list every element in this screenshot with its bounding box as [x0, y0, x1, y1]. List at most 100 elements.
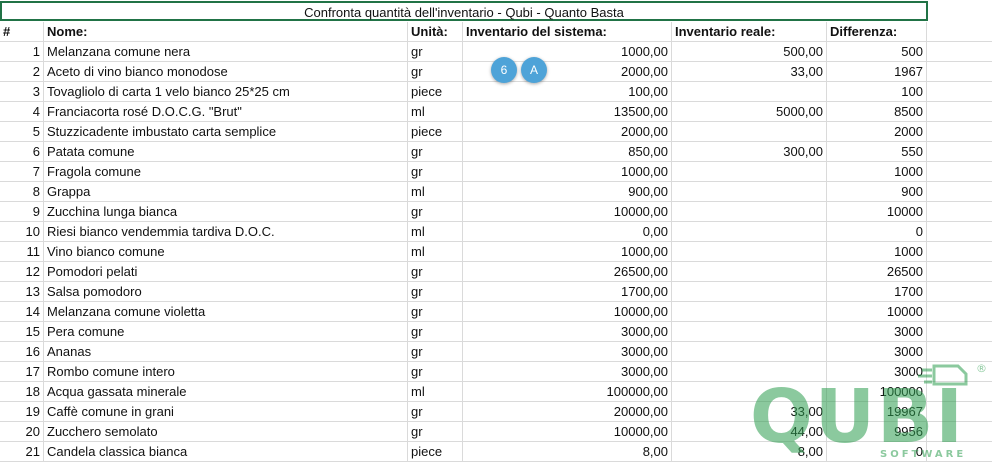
cell-row-number[interactable]: 9: [0, 202, 44, 222]
empty-cell[interactable]: [927, 62, 992, 82]
cell-row-number[interactable]: 16: [0, 342, 44, 362]
cell-row-number[interactable]: 2: [0, 62, 44, 82]
cell-real-inventory[interactable]: [672, 322, 827, 342]
cell-row-number[interactable]: 1: [0, 42, 44, 62]
cell-difference[interactable]: 2000: [827, 122, 927, 142]
empty-cell[interactable]: [927, 162, 992, 182]
cell-real-inventory[interactable]: [672, 222, 827, 242]
cell-row-number[interactable]: 15: [0, 322, 44, 342]
cell-unit[interactable]: ml: [408, 382, 463, 402]
cell-real-inventory[interactable]: [672, 282, 827, 302]
cell-difference[interactable]: 9956: [827, 422, 927, 442]
spreadsheet[interactable]: Confronta quantità dell'inventario - Qub…: [0, 0, 992, 464]
cell-difference[interactable]: 10000: [827, 302, 927, 322]
cell-system-inventory[interactable]: 3000,00: [463, 362, 672, 382]
sheet-title[interactable]: Confronta quantità dell'inventario - Qub…: [0, 1, 928, 21]
cell-row-number[interactable]: 21: [0, 442, 44, 462]
cell-real-inventory[interactable]: [672, 122, 827, 142]
cell-real-inventory[interactable]: [672, 82, 827, 102]
cell-unit[interactable]: ml: [408, 242, 463, 262]
cell-difference[interactable]: 3000: [827, 322, 927, 342]
col-header-system-inventory[interactable]: Inventario del sistema:: [463, 22, 672, 42]
cell-real-inventory[interactable]: [672, 382, 827, 402]
cell-real-inventory[interactable]: 33,00: [672, 402, 827, 422]
cell-real-inventory[interactable]: [672, 182, 827, 202]
cell-unit[interactable]: gr: [408, 262, 463, 282]
empty-cell[interactable]: [927, 402, 992, 422]
cell-unit[interactable]: gr: [408, 142, 463, 162]
cell-item-name[interactable]: Melanzana comune nera: [44, 42, 408, 62]
empty-cell[interactable]: [927, 442, 992, 462]
cell-real-inventory[interactable]: 5000,00: [672, 102, 827, 122]
cell-difference[interactable]: 100000: [827, 382, 927, 402]
cell-row-number[interactable]: 12: [0, 262, 44, 282]
cell-system-inventory[interactable]: 900,00: [463, 182, 672, 202]
cell-system-inventory[interactable]: 0,00: [463, 222, 672, 242]
cell-difference[interactable]: 1000: [827, 162, 927, 182]
cell-system-inventory[interactable]: 850,00: [463, 142, 672, 162]
col-header-num[interactable]: #: [0, 22, 44, 42]
empty-cell[interactable]: [927, 322, 992, 342]
empty-cell[interactable]: [927, 282, 992, 302]
cell-unit[interactable]: ml: [408, 102, 463, 122]
cell-row-number[interactable]: 7: [0, 162, 44, 182]
badge-a[interactable]: A: [521, 57, 547, 83]
cell-item-name[interactable]: Candela classica bianca: [44, 442, 408, 462]
cell-item-name[interactable]: Rombo comune intero: [44, 362, 408, 382]
empty-cell[interactable]: [927, 102, 992, 122]
cell-system-inventory[interactable]: 26500,00: [463, 262, 672, 282]
cell-item-name[interactable]: Acqua gassata minerale: [44, 382, 408, 402]
cell-item-name[interactable]: Zucchina lunga bianca: [44, 202, 408, 222]
empty-cell[interactable]: [927, 182, 992, 202]
cell-row-number[interactable]: 3: [0, 82, 44, 102]
cell-difference[interactable]: 1700: [827, 282, 927, 302]
badge-6[interactable]: 6: [491, 57, 517, 83]
cell-item-name[interactable]: Zucchero semolato: [44, 422, 408, 442]
cell-unit[interactable]: gr: [408, 322, 463, 342]
cell-difference[interactable]: 1967: [827, 62, 927, 82]
cell-real-inventory[interactable]: [672, 302, 827, 322]
cell-row-number[interactable]: 17: [0, 362, 44, 382]
cell-difference[interactable]: 900: [827, 182, 927, 202]
cell-unit[interactable]: gr: [408, 402, 463, 422]
cell-real-inventory[interactable]: 500,00: [672, 42, 827, 62]
cell-item-name[interactable]: Vino bianco comune: [44, 242, 408, 262]
cell-unit[interactable]: gr: [408, 282, 463, 302]
cell-difference[interactable]: 0: [827, 222, 927, 242]
cell-row-number[interactable]: 18: [0, 382, 44, 402]
empty-cell[interactable]: [927, 382, 992, 402]
empty-cell[interactable]: [927, 422, 992, 442]
cell-real-inventory[interactable]: 8,00: [672, 442, 827, 462]
cell-unit[interactable]: piece: [408, 122, 463, 142]
cell-system-inventory[interactable]: 1700,00: [463, 282, 672, 302]
cell-unit[interactable]: gr: [408, 302, 463, 322]
cell-difference[interactable]: 0: [827, 442, 927, 462]
cell-row-number[interactable]: 13: [0, 282, 44, 302]
cell-unit[interactable]: gr: [408, 62, 463, 82]
cell-system-inventory[interactable]: 100000,00: [463, 382, 672, 402]
cell-row-number[interactable]: 19: [0, 402, 44, 422]
cell-item-name[interactable]: Patata comune: [44, 142, 408, 162]
cell-difference[interactable]: 550: [827, 142, 927, 162]
empty-cell[interactable]: [927, 222, 992, 242]
cell-unit[interactable]: gr: [408, 422, 463, 442]
empty-cell[interactable]: [927, 362, 992, 382]
cell-system-inventory[interactable]: 3000,00: [463, 322, 672, 342]
empty-cell[interactable]: [927, 262, 992, 282]
cell-system-inventory[interactable]: 3000,00: [463, 342, 672, 362]
cell-difference[interactable]: 10000: [827, 202, 927, 222]
cell-system-inventory[interactable]: 8,00: [463, 442, 672, 462]
cell-item-name[interactable]: Stuzzicadente imbustato carta semplice: [44, 122, 408, 142]
empty-cell[interactable]: [927, 122, 992, 142]
cell-unit[interactable]: piece: [408, 82, 463, 102]
cell-unit[interactable]: ml: [408, 222, 463, 242]
empty-cell[interactable]: [927, 42, 992, 62]
cell-difference[interactable]: 1000: [827, 242, 927, 262]
cell-row-number[interactable]: 8: [0, 182, 44, 202]
cell-unit[interactable]: ml: [408, 182, 463, 202]
cell-row-number[interactable]: 14: [0, 302, 44, 322]
cell-system-inventory[interactable]: 1000,00: [463, 242, 672, 262]
cell-real-inventory[interactable]: 33,00: [672, 62, 827, 82]
cell-difference[interactable]: 8500: [827, 102, 927, 122]
cell-system-inventory[interactable]: 2000,00: [463, 122, 672, 142]
